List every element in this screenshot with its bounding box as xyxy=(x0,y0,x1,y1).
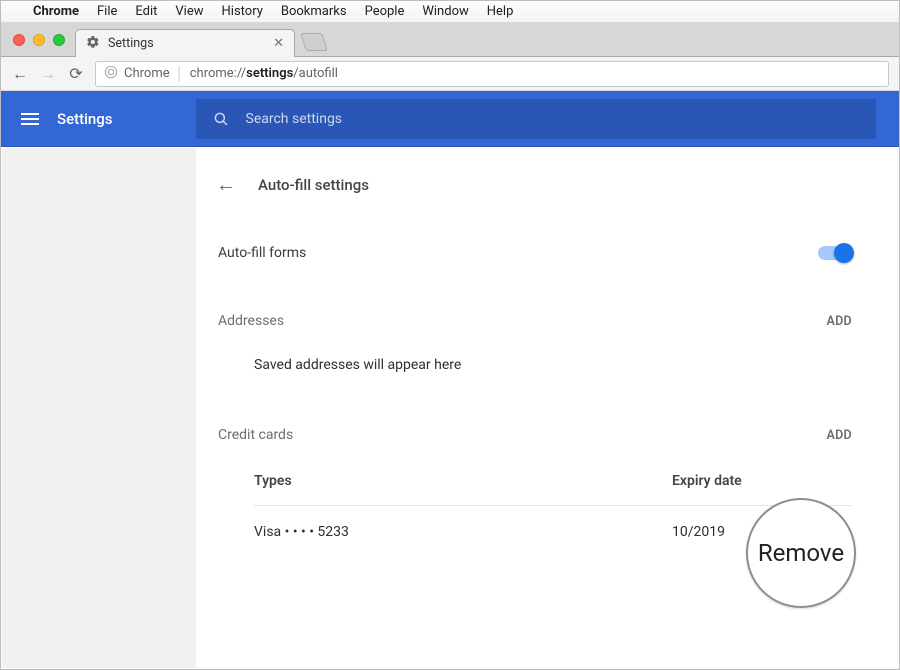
gear-icon xyxy=(86,35,100,53)
cards-header: Credit cards ADD xyxy=(218,373,852,443)
window-controls xyxy=(1,34,75,56)
menubar-edit[interactable]: Edit xyxy=(135,4,157,19)
chrome-logo-icon xyxy=(104,65,118,83)
browser-tab-settings[interactable]: Settings ✕ xyxy=(75,29,295,57)
autofill-forms-toggle[interactable] xyxy=(818,246,852,260)
back-arrow-icon[interactable]: ← xyxy=(216,172,236,197)
cards-table-header: Types Expiry date xyxy=(218,443,852,499)
settings-card: ← Auto-fill settings Auto-fill forms Add… xyxy=(196,148,898,668)
menu-icon[interactable] xyxy=(21,113,39,125)
tab-close-icon[interactable]: ✕ xyxy=(273,36,284,51)
autofill-forms-label: Auto-fill forms xyxy=(218,245,306,261)
menubar-bookmarks[interactable]: Bookmarks xyxy=(281,4,347,19)
tab-title: Settings xyxy=(108,36,154,51)
window-close-button[interactable] xyxy=(13,34,25,46)
search-icon xyxy=(212,110,230,128)
menubar-help[interactable]: Help xyxy=(487,4,514,19)
menubar-app[interactable]: Chrome xyxy=(33,4,79,19)
window-zoom-button[interactable] xyxy=(53,34,65,46)
addresses-empty: Saved addresses will appear here xyxy=(218,329,852,373)
content: Auto-fill forms Addresses ADD Saved addr… xyxy=(196,221,898,540)
omnibox-url: chrome://settings/autofill xyxy=(190,66,338,81)
col-types: Types xyxy=(254,473,672,489)
menubar-view[interactable]: View xyxy=(175,4,203,19)
remove-callout[interactable]: Remove xyxy=(746,498,856,608)
omnibox-separator: │ xyxy=(176,66,184,82)
menubar-people[interactable]: People xyxy=(365,4,405,19)
sidebar xyxy=(2,148,196,668)
mac-menubar: Chrome File Edit View History Bookmarks … xyxy=(1,1,899,23)
window-frame: { "menubar": { "app": "Chrome", "items":… xyxy=(0,0,900,670)
menubar-file[interactable]: File xyxy=(97,4,117,19)
menubar-window[interactable]: Window xyxy=(422,4,468,19)
omnibox-scheme: Chrome xyxy=(124,66,170,81)
autofill-forms-row: Auto-fill forms xyxy=(218,221,852,267)
col-expiry: Expiry date xyxy=(672,473,852,489)
cards-heading: Credit cards xyxy=(218,427,293,443)
settings-appbar: Settings xyxy=(1,91,899,147)
browser-toolbar: ← → ⟳ Chrome │ chrome://settings/autofil… xyxy=(1,57,899,91)
nav-forward-button: → xyxy=(39,64,57,84)
menubar-history[interactable]: History xyxy=(222,4,263,19)
toggle-knob xyxy=(834,243,854,263)
cards-add-button[interactable]: ADD xyxy=(826,428,852,443)
settings-search[interactable] xyxy=(196,99,876,139)
addresses-add-button[interactable]: ADD xyxy=(826,314,852,329)
settings-title: Settings xyxy=(57,110,113,128)
nav-back-button[interactable]: ← xyxy=(11,64,29,84)
nav-reload-button[interactable]: ⟳ xyxy=(67,64,85,83)
tab-strip: Settings ✕ xyxy=(1,23,899,57)
new-tab-button[interactable] xyxy=(300,33,328,51)
page-header-row: ← Auto-fill settings xyxy=(196,148,898,221)
window-minimize-button[interactable] xyxy=(33,34,45,46)
card-label: Visa • • • • 5233 xyxy=(254,524,672,540)
omnibox[interactable]: Chrome │ chrome://settings/autofill xyxy=(95,61,889,87)
settings-search-input[interactable] xyxy=(246,111,860,127)
addresses-header: Addresses ADD xyxy=(218,267,852,329)
addresses-heading: Addresses xyxy=(218,313,284,329)
page-title: Auto-fill settings xyxy=(258,176,369,194)
settings-body: ← Auto-fill settings Auto-fill forms Add… xyxy=(2,148,898,668)
